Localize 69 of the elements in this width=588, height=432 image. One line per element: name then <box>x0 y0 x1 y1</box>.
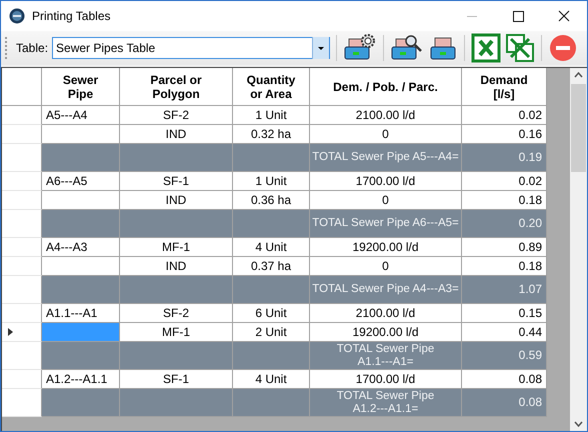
table-select[interactable]: Sewer Pipes Table <box>52 37 330 59</box>
table-cell: 0.89 <box>462 238 547 257</box>
total-label: TOTAL Sewer Pipe A1.2---A1.1= <box>310 389 462 417</box>
excel-icon[interactable] <box>471 33 502 63</box>
table-cell: 4 Unit <box>233 370 310 389</box>
total-label: TOTAL Sewer Pipe A5---A4= <box>310 144 462 172</box>
table-cell: 2100.00 l/d <box>310 106 462 125</box>
table-label: Table: <box>16 41 48 55</box>
table-cell: 0.36 ha <box>233 191 310 210</box>
table-cell: 1700.00 l/d <box>310 172 462 191</box>
table-cell: 4 Unit <box>233 238 310 257</box>
table-cell: IND <box>120 257 233 276</box>
column-header[interactable]: Sewer Pipe <box>42 68 120 106</box>
table-cell: IND <box>120 125 233 144</box>
table-cell: SF-1 <box>120 370 233 389</box>
table-cell: MF-1 <box>120 323 233 342</box>
table-cell: 0.02 <box>462 172 547 191</box>
total-value: 0.20 <box>462 210 547 238</box>
table-cell: 0 <box>310 191 462 210</box>
table-cell: 0.44 <box>462 323 547 342</box>
table-cell: 6 Unit <box>233 304 310 323</box>
toolbar-grip-icon[interactable] <box>5 36 8 60</box>
table-cell: SF-1 <box>120 172 233 191</box>
stop-icon[interactable] <box>548 33 578 63</box>
total-value: 0.59 <box>462 342 547 370</box>
table-cell: 0.37 ha <box>233 257 310 276</box>
table-cell: 2 Unit <box>233 323 310 342</box>
table-cell: 0.02 <box>462 106 547 125</box>
table-cell: 0.16 <box>462 125 547 144</box>
table-cell: SF-2 <box>120 304 233 323</box>
column-header[interactable]: Parcel or Polygon <box>120 68 233 106</box>
dropdown-arrow-icon[interactable] <box>312 37 330 59</box>
vertical-scrollbar[interactable] <box>570 68 587 431</box>
column-header[interactable]: Dem. / Pob. / Parc. <box>310 68 462 106</box>
table-cell: IND <box>120 191 233 210</box>
table-cell: 0 <box>310 257 462 276</box>
total-label: TOTAL Sewer Pipe A4---A3= <box>310 276 462 304</box>
table-cell: SF-2 <box>120 106 233 125</box>
table-cell: 0.08 <box>462 370 547 389</box>
table-cell: 1700.00 l/d <box>310 370 462 389</box>
row-header[interactable] <box>2 323 42 342</box>
current-row-icon <box>8 328 13 336</box>
table-cell: 0.18 <box>462 257 547 276</box>
table-cell: MF-1 <box>120 238 233 257</box>
excel-export-icon[interactable] <box>505 33 536 63</box>
table-cell: 0.18 <box>462 191 547 210</box>
table-cell: A1.1---A1 <box>42 304 120 323</box>
table-cell: 1 Unit <box>233 106 310 125</box>
table-cell: 2100.00 l/d <box>310 304 462 323</box>
table-cell: 19200.00 l/d <box>310 323 462 342</box>
scrollbar-thumb[interactable] <box>571 84 586 172</box>
table-cell: A5---A4 <box>42 106 120 125</box>
window-title: Printing Tables <box>32 9 112 23</box>
total-label: TOTAL Sewer Pipe A6---A5= <box>310 210 462 238</box>
table-cell: 19200.00 l/d <box>310 238 462 257</box>
table-cell: A6---A5 <box>42 172 120 191</box>
total-value: 1.07 <box>462 276 547 304</box>
table-cell: 0.32 ha <box>233 125 310 144</box>
column-header[interactable]: Demand [l/s] <box>462 68 547 106</box>
total-value: 0.19 <box>462 144 547 172</box>
table-cell: A4---A3 <box>42 238 120 257</box>
table-cell: 0.15 <box>462 304 547 323</box>
table-cell: 0 <box>310 125 462 144</box>
app-logo-icon <box>9 8 25 24</box>
total-label: TOTAL Sewer Pipe A1.1---A1= <box>310 342 462 370</box>
table-cell: A1.2---A1.1 <box>42 370 120 389</box>
total-value: 0.08 <box>462 389 547 417</box>
table-cell: 1 Unit <box>233 172 310 191</box>
column-header[interactable]: Quantity or Area <box>233 68 310 106</box>
